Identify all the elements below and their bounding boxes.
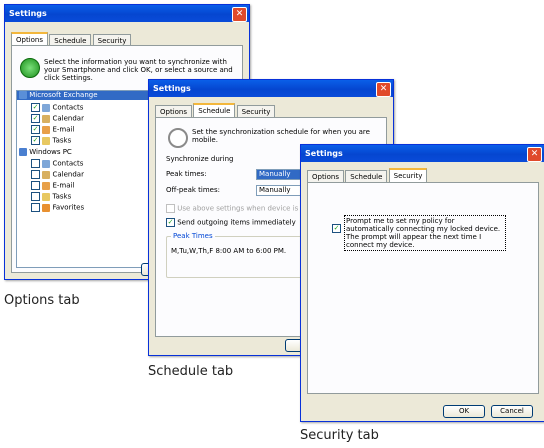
window-title: Settings xyxy=(305,149,343,158)
title-bar: Settings ✕ xyxy=(149,80,393,97)
checkbox[interactable]: ✓ xyxy=(332,224,341,233)
email-icon xyxy=(42,181,51,190)
schedule-intro: Set the synchronization schedule for whe… xyxy=(192,128,370,144)
tab-strip: Options Schedule Security xyxy=(11,31,132,49)
peak-label: Peak times: xyxy=(166,170,207,178)
options-caption: Options tab xyxy=(4,293,80,308)
clock-icon xyxy=(168,128,188,148)
list-item[interactable]: ✓ E-mail xyxy=(31,125,74,134)
ok-button[interactable]: OK xyxy=(443,405,485,418)
checkbox[interactable]: ✓ xyxy=(31,125,40,134)
checkbox[interactable]: ✓ xyxy=(31,114,40,123)
security-caption: Security tab xyxy=(300,428,379,443)
list-item[interactable]: Contacts xyxy=(31,159,83,168)
roaming-checkbox-row[interactable]: Use above settings when device is roa xyxy=(166,204,312,213)
title-bar: Settings ✕ xyxy=(5,5,249,22)
list-item[interactable]: ✓ Calendar xyxy=(31,114,84,123)
checkbox[interactable]: ✓ xyxy=(31,136,40,145)
contacts-icon xyxy=(42,103,51,112)
security-panel: ✓ Prompt me to set my policy for automat… xyxy=(307,182,539,394)
list-item[interactable]: Windows PC xyxy=(19,148,72,156)
sync-icon xyxy=(20,58,40,78)
send-outgoing-row[interactable]: ✓ Send outgoing items immediately xyxy=(166,218,296,227)
list-item[interactable]: Microsoft Exchange xyxy=(17,91,167,100)
windows-pc-icon xyxy=(19,148,27,156)
checkbox[interactable] xyxy=(31,181,40,190)
checkbox[interactable] xyxy=(31,170,40,179)
sync-during-label: Synchronize during xyxy=(166,155,234,163)
schedule-caption: Schedule tab xyxy=(148,364,234,379)
list-item[interactable]: ✓ Contacts xyxy=(31,103,83,112)
exchange-icon xyxy=(19,91,27,99)
calendar-icon xyxy=(42,170,51,179)
checkbox[interactable] xyxy=(166,204,175,213)
window-title: Settings xyxy=(9,9,47,18)
list-item[interactable]: Tasks xyxy=(31,192,71,201)
email-icon xyxy=(42,125,51,134)
contacts-icon xyxy=(42,159,51,168)
cancel-button[interactable]: Cancel xyxy=(491,405,533,418)
title-bar: Settings ✕ xyxy=(301,145,544,162)
checkbox[interactable] xyxy=(31,159,40,168)
tab-strip: Options Schedule Security xyxy=(155,102,276,120)
offpeak-label: Off-peak times: xyxy=(166,186,220,194)
list-item[interactable]: Calendar xyxy=(31,170,84,179)
tasks-icon xyxy=(42,136,51,145)
peak-times-value: M,Tu,W,Th,F 8:00 AM to 6:00 PM. xyxy=(171,247,287,255)
checkbox[interactable]: ✓ xyxy=(166,218,175,227)
close-icon[interactable]: ✕ xyxy=(527,147,542,162)
policy-text: Prompt me to set my policy for automatic… xyxy=(344,215,506,251)
checkbox[interactable] xyxy=(31,203,40,212)
list-item[interactable]: E-mail xyxy=(31,181,74,190)
tasks-icon xyxy=(42,192,51,201)
calendar-icon xyxy=(42,114,51,123)
close-icon[interactable]: ✕ xyxy=(232,7,247,22)
security-window: Settings ✕ Options Schedule Security ✓ P… xyxy=(300,144,544,422)
favorites-icon xyxy=(42,203,51,212)
window-title: Settings xyxy=(153,84,191,93)
list-item[interactable]: ✓ Tasks xyxy=(31,136,71,145)
tab-strip: Options Schedule Security xyxy=(307,167,428,185)
peak-group-title: Peak Times xyxy=(171,232,215,240)
list-item[interactable]: Favorites xyxy=(31,203,84,212)
checkbox[interactable]: ✓ xyxy=(31,103,40,112)
checkbox[interactable] xyxy=(31,192,40,201)
close-icon[interactable]: ✕ xyxy=(376,82,391,97)
